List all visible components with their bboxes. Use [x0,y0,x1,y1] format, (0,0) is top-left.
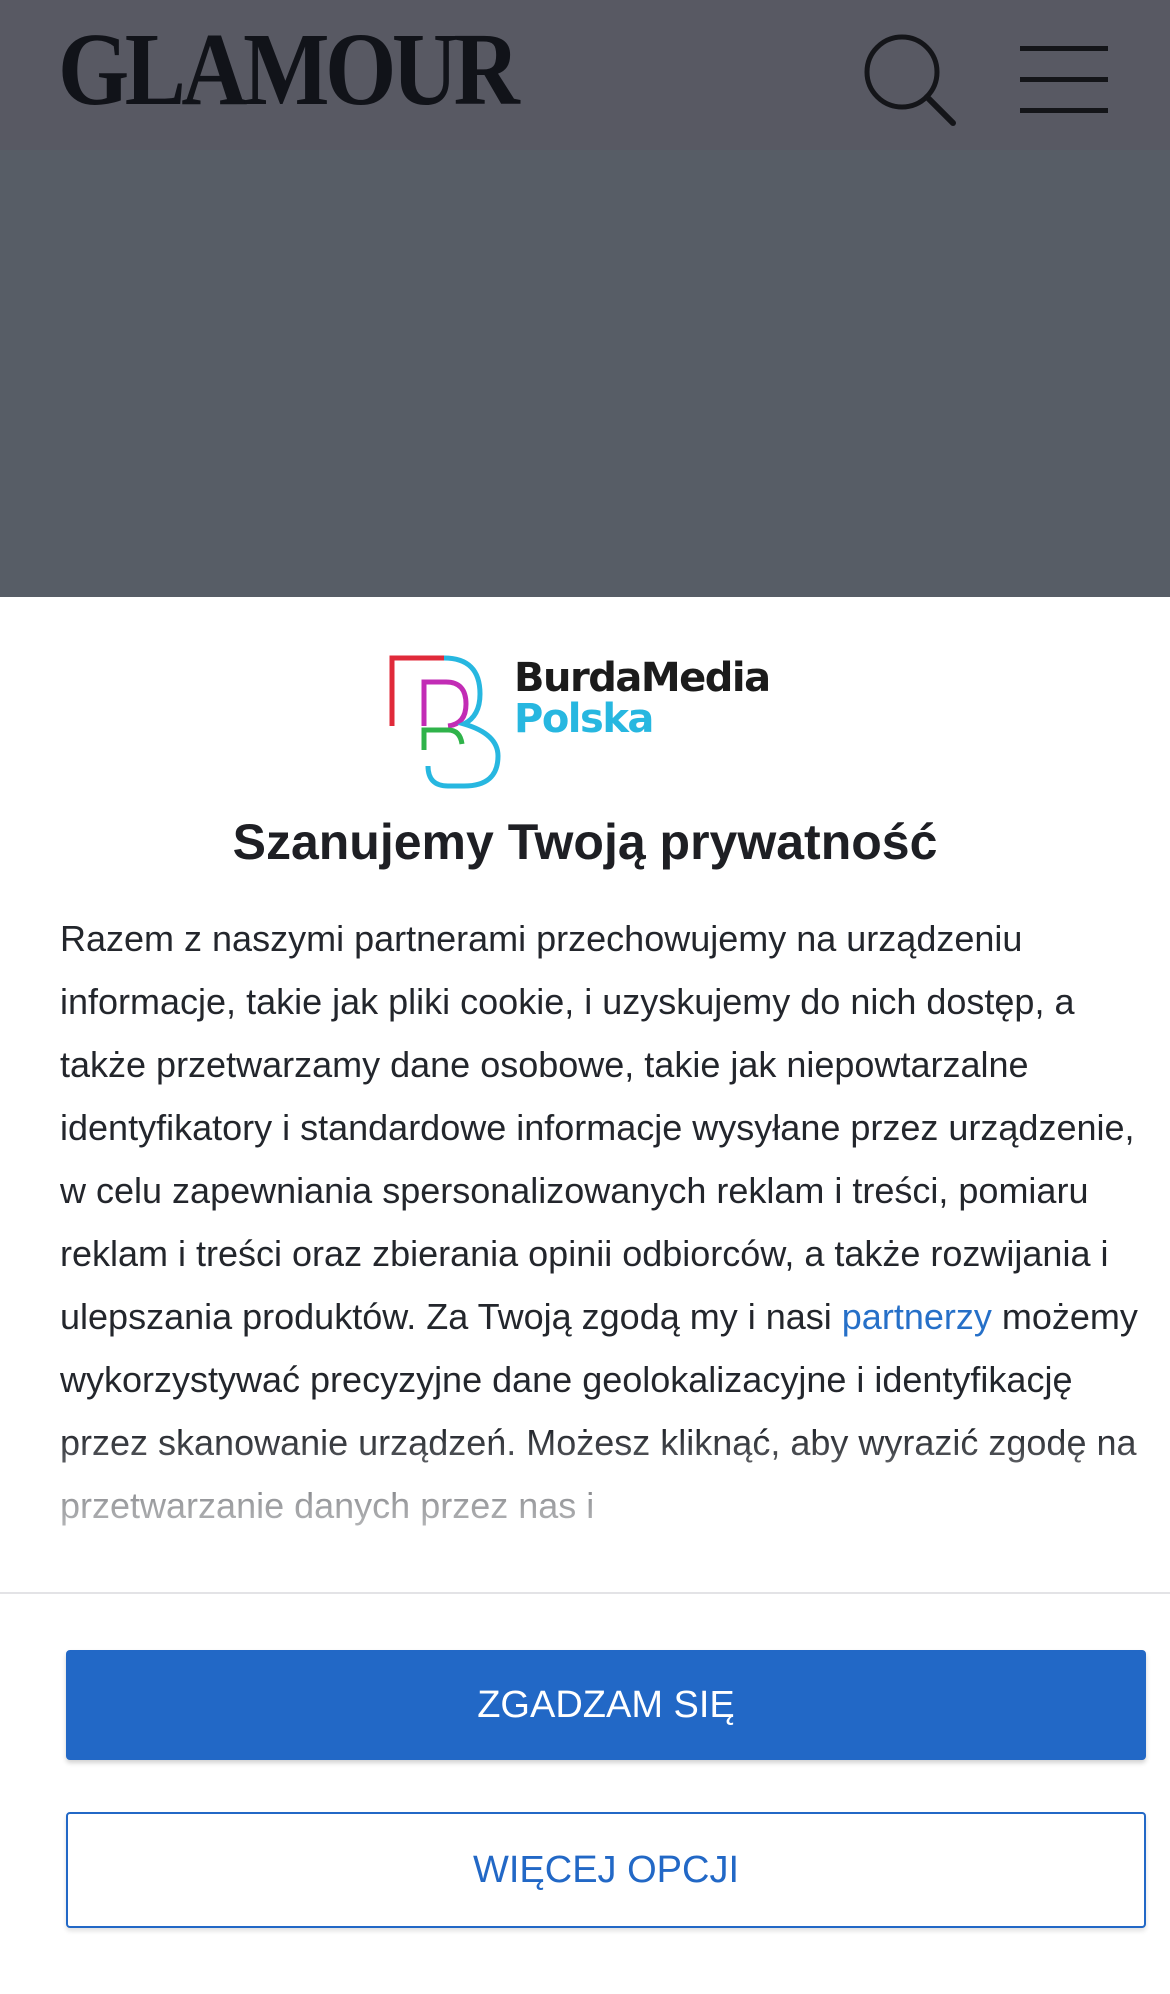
consent-body-text-container: Razem z naszymi partnerami przechowujemy… [60,907,1140,1597]
partners-link[interactable]: partnerzy [842,1296,992,1337]
menu-button[interactable] [1010,40,1110,120]
accept-button[interactable]: ZGADZAM SIĘ [66,1650,1146,1760]
consent-body-text: Razem z naszymi partnerami przechowujemy… [60,907,1140,1537]
site-header: GLAMOUR [0,0,1170,150]
site-logo[interactable]: GLAMOUR [58,18,520,122]
consent-action-bar: ZGADZAM SIĘ WIĘCEJ OPCJI [0,1592,1170,1994]
search-icon [864,34,956,126]
burda-media-logo: BurdaMedia Polska [388,654,788,790]
consent-text-part1: Razem z naszymi partnerami przechowujemy… [60,918,1135,1337]
brand-wordmark: BurdaMedia Polska [514,655,771,742]
search-button[interactable] [860,30,960,130]
hamburger-menu-icon [1020,46,1108,113]
brand-line1: BurdaMedia [514,655,771,701]
hero-placeholder [0,150,1170,597]
brand-line2: Polska [514,696,654,742]
burda-b-logo-icon [389,655,501,789]
consent-title: Szanujemy Twoją prywatność [232,814,938,870]
more-options-button[interactable]: WIĘCEJ OPCJI [66,1812,1146,1928]
